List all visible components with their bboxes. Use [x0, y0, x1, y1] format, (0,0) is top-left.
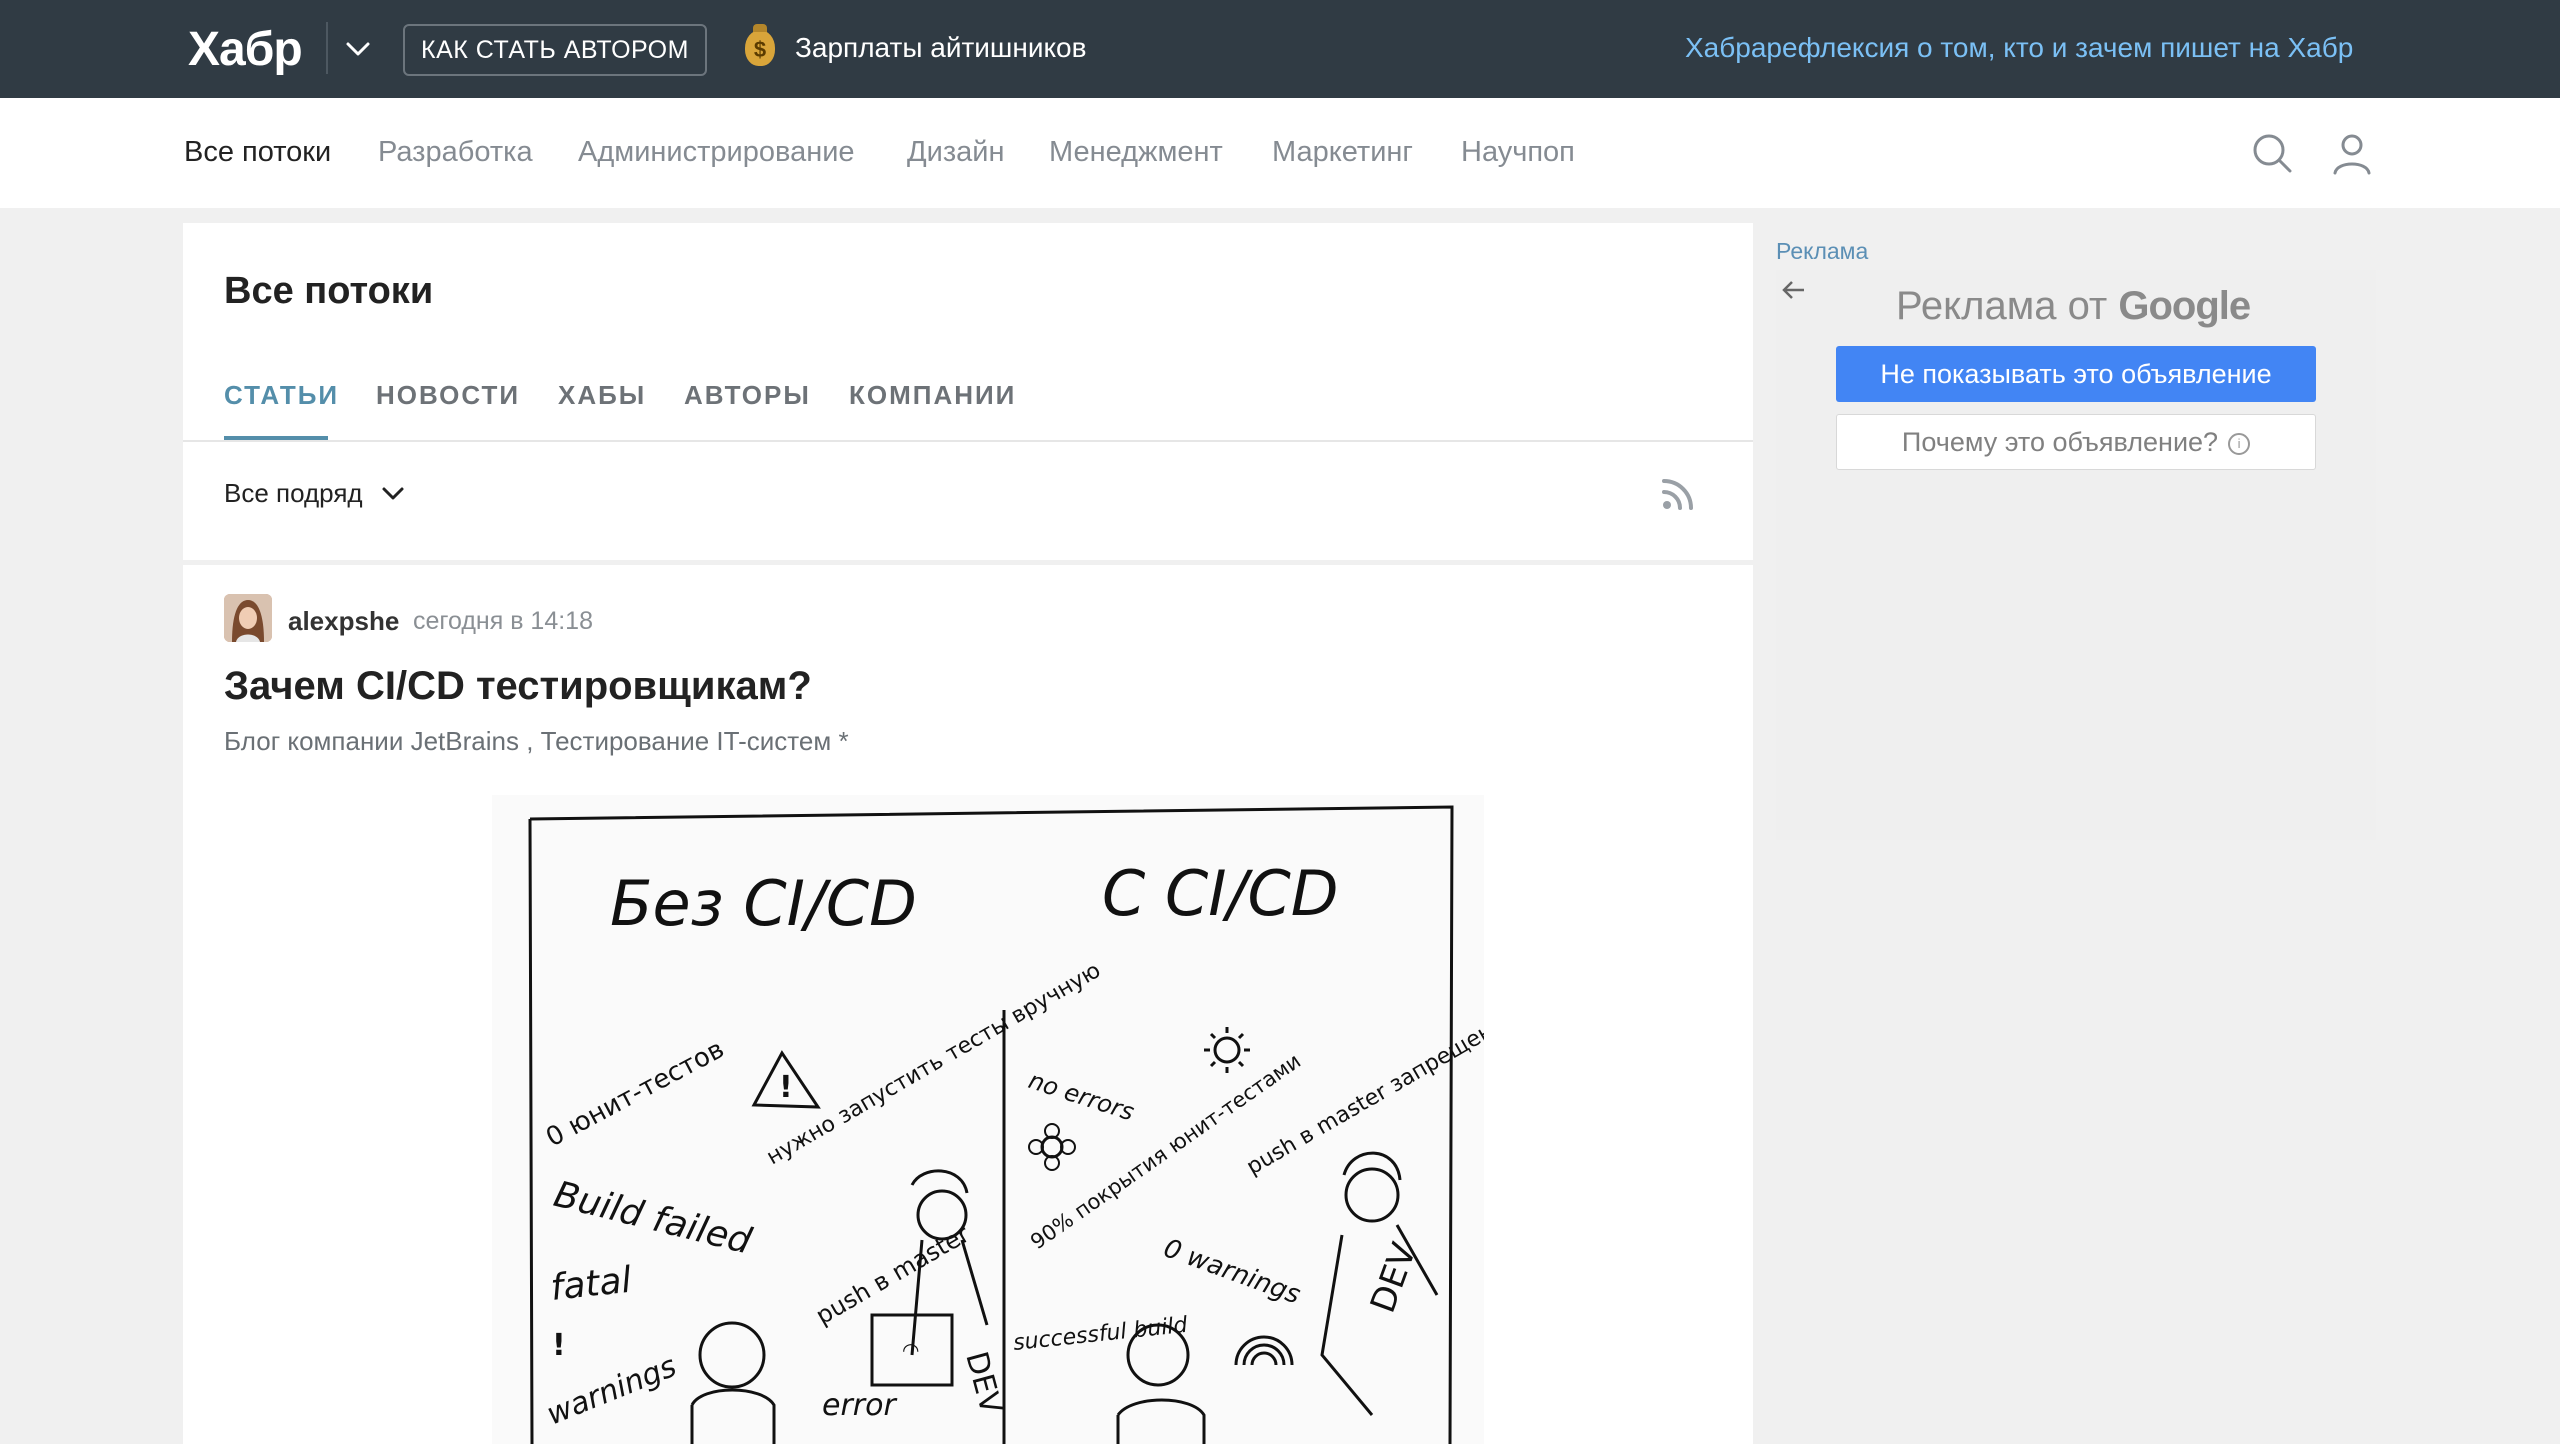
logo-divider: [326, 22, 328, 74]
nav-item-design[interactable]: Дизайн: [907, 136, 1004, 169]
hub-link-jetbrains[interactable]: Блог компании JetBrains: [224, 726, 519, 756]
post-time: сегодня в 14:18: [413, 607, 593, 635]
tab-companies[interactable]: КОМПАНИИ: [849, 380, 1016, 411]
nav-item-popsci[interactable]: Научпоп: [1461, 136, 1575, 169]
article-title[interactable]: Зачем CI/CD тестировщикам?: [224, 664, 812, 709]
nav-item-management[interactable]: Менеджмент: [1049, 136, 1223, 169]
nav-item-marketing[interactable]: Маркетинг: [1272, 136, 1413, 169]
feed-filter-dropdown[interactable]: Все подряд: [224, 478, 407, 509]
tab-articles[interactable]: СТАТЬИ: [224, 380, 339, 411]
tab-authors[interactable]: АВТОРЫ: [684, 380, 811, 411]
ad-label: Реклама: [1776, 238, 1869, 264]
salary-link[interactable]: $ Зарплаты айтишников: [745, 24, 1087, 66]
image-right-heading: С CI/CD: [1102, 857, 1339, 930]
tab-hubs[interactable]: ХАБЫ: [558, 380, 646, 411]
hub-link-testing[interactable]: Тестирование IT-систем: [541, 726, 832, 756]
hide-ad-button[interactable]: Не показывать это объявление: [1836, 346, 2316, 402]
rss-icon[interactable]: [1660, 476, 1696, 512]
article-hubs: Блог компании JetBrains , Тестирование I…: [224, 726, 849, 757]
note-error: error: [822, 1388, 897, 1423]
promo-link[interactable]: Хабрарефлексия о том, кто и зачем пишет …: [1685, 32, 2353, 64]
habr-logo[interactable]: Хабр: [188, 22, 303, 77]
article-illustration[interactable]: Без CI/CD С CI/CD 0 юнит-тестов нужно за…: [492, 795, 1484, 1444]
why-this-ad-button[interactable]: Почему это объявление? i: [1836, 414, 2316, 470]
info-icon: i: [2228, 432, 2251, 455]
svg-text:◠: ◠: [902, 1338, 919, 1362]
hub-separator: ,: [526, 726, 534, 756]
page-title: Все потоки: [224, 270, 434, 312]
chevron-down-icon[interactable]: [340, 34, 376, 64]
ad-heading-prefix: Реклама от: [1896, 284, 2108, 328]
chevron-down-icon: [382, 487, 404, 499]
salary-link-label: Зарплаты айтишников: [795, 32, 1087, 63]
why-this-ad-label: Почему это объявление?: [1901, 427, 2219, 457]
author-avatar[interactable]: [224, 594, 272, 642]
image-left-heading: Без CI/CD: [610, 867, 917, 940]
tab-news[interactable]: НОВОСТИ: [376, 380, 520, 411]
nav-item-all[interactable]: Все потоки: [184, 136, 331, 169]
author-name[interactable]: alexpshe: [288, 606, 399, 637]
tabs-divider: [183, 440, 1753, 442]
note-fatal: fatal: [549, 1260, 634, 1309]
ad-heading: Реклама от Google: [1896, 284, 2251, 329]
profiled-hub-mark: *: [838, 726, 849, 756]
google-logo: Google: [2118, 284, 2251, 328]
svg-text:!: !: [779, 1070, 793, 1105]
user-icon[interactable]: [2330, 131, 2374, 175]
nav-item-development[interactable]: Разработка: [378, 136, 533, 169]
search-icon[interactable]: [2250, 131, 2294, 175]
arrow-left-icon[interactable]: [1780, 276, 1808, 304]
nav-item-admin[interactable]: Администрирование: [578, 136, 855, 169]
how-to-become-author-button[interactable]: КАК СТАТЬ АВТОРОМ: [403, 24, 707, 76]
svg-text:!: !: [552, 1328, 566, 1363]
money-bag-icon: $: [745, 24, 775, 66]
feed-filter-label: Все подряд: [224, 478, 363, 508]
